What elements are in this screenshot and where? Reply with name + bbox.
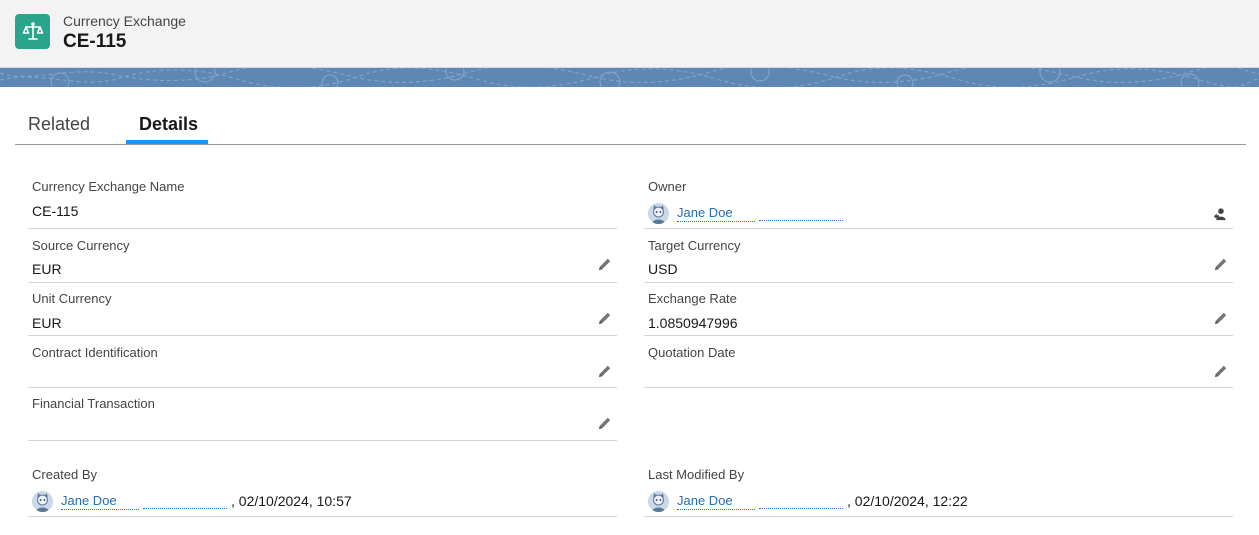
field-exchange-rate: Exchange Rate 1.0850947996 — [644, 283, 1233, 336]
user-reference: Jane Doe , 02/10/2024, 10:57 — [32, 490, 352, 512]
field-label: Owner — [648, 179, 687, 194]
created-date: , 02/10/2024, 10:57 — [231, 493, 352, 509]
field-created-by: Created By Jane Doe , 02/10/2024, 10:57 — [28, 462, 617, 517]
record-title: CE-115 — [63, 31, 127, 52]
user-link[interactable]: Jane Doe — [677, 205, 755, 222]
avatar[interactable] — [648, 490, 669, 512]
field-label: Source Currency — [32, 238, 130, 253]
tab-related[interactable]: Related — [28, 114, 90, 135]
edit-pencil-icon[interactable] — [1214, 364, 1228, 378]
change-owner-icon[interactable] — [1213, 207, 1228, 222]
user-link[interactable]: Jane Doe — [61, 493, 139, 510]
field-value: 1.0850947996 — [648, 315, 738, 331]
field-label: Exchange Rate — [648, 291, 737, 306]
user-link[interactable]: Jane Doe — [677, 493, 755, 510]
field-contract-identification: Contract Identification — [28, 336, 617, 388]
field-value: USD — [648, 261, 678, 277]
field-unit-currency: Unit Currency EUR — [28, 283, 617, 336]
field-label: Contract Identification — [32, 345, 158, 360]
field-label: Target Currency — [648, 238, 741, 253]
edit-pencil-icon[interactable] — [598, 311, 612, 325]
decorative-banner — [0, 68, 1259, 87]
field-label: Currency Exchange Name — [32, 179, 185, 194]
field-target-currency: Target Currency USD — [644, 229, 1233, 283]
user-link-underline — [143, 494, 227, 509]
modified-date: , 02/10/2024, 12:22 — [847, 493, 968, 509]
active-tab-indicator — [126, 140, 208, 144]
field-financial-transaction: Financial Transaction — [28, 388, 617, 441]
field-label: Created By — [32, 467, 98, 482]
field-label: Unit Currency — [32, 291, 112, 306]
field-label: Financial Transaction — [32, 396, 155, 411]
user-link-underline — [759, 494, 843, 509]
record-header: Currency Exchange CE-115 — [0, 0, 1259, 68]
avatar[interactable] — [648, 202, 669, 224]
field-quotation-date: Quotation Date — [644, 336, 1233, 388]
field-last-modified-by: Last Modified By Jane Doe , 02/10/2024, … — [644, 462, 1233, 517]
user-link-underline — [759, 206, 843, 221]
edit-pencil-icon[interactable] — [1214, 311, 1228, 325]
edit-pencil-icon[interactable] — [598, 416, 612, 430]
field-value: EUR — [32, 315, 62, 331]
object-type-label: Currency Exchange — [63, 13, 186, 29]
edit-pencil-icon[interactable] — [598, 257, 612, 271]
tab-details[interactable]: Details — [139, 114, 198, 135]
edit-pencil-icon[interactable] — [598, 364, 612, 378]
field-value: CE-115 — [32, 203, 79, 219]
field-label: Quotation Date — [648, 345, 736, 360]
edit-pencil-icon[interactable] — [1214, 257, 1228, 271]
user-reference: Jane Doe , 02/10/2024, 12:22 — [648, 490, 968, 512]
field-source-currency: Source Currency EUR — [28, 229, 617, 283]
user-reference: Jane Doe — [648, 202, 843, 224]
field-currency-exchange-name: Currency Exchange Name CE-115 — [28, 177, 617, 229]
field-value: EUR — [32, 261, 62, 277]
scales-icon — [15, 14, 50, 49]
field-label: Last Modified By — [648, 467, 745, 482]
avatar[interactable] — [32, 490, 53, 512]
record-tabs: Related Details — [15, 100, 1246, 145]
field-owner: Owner Jane Doe — [644, 177, 1233, 229]
